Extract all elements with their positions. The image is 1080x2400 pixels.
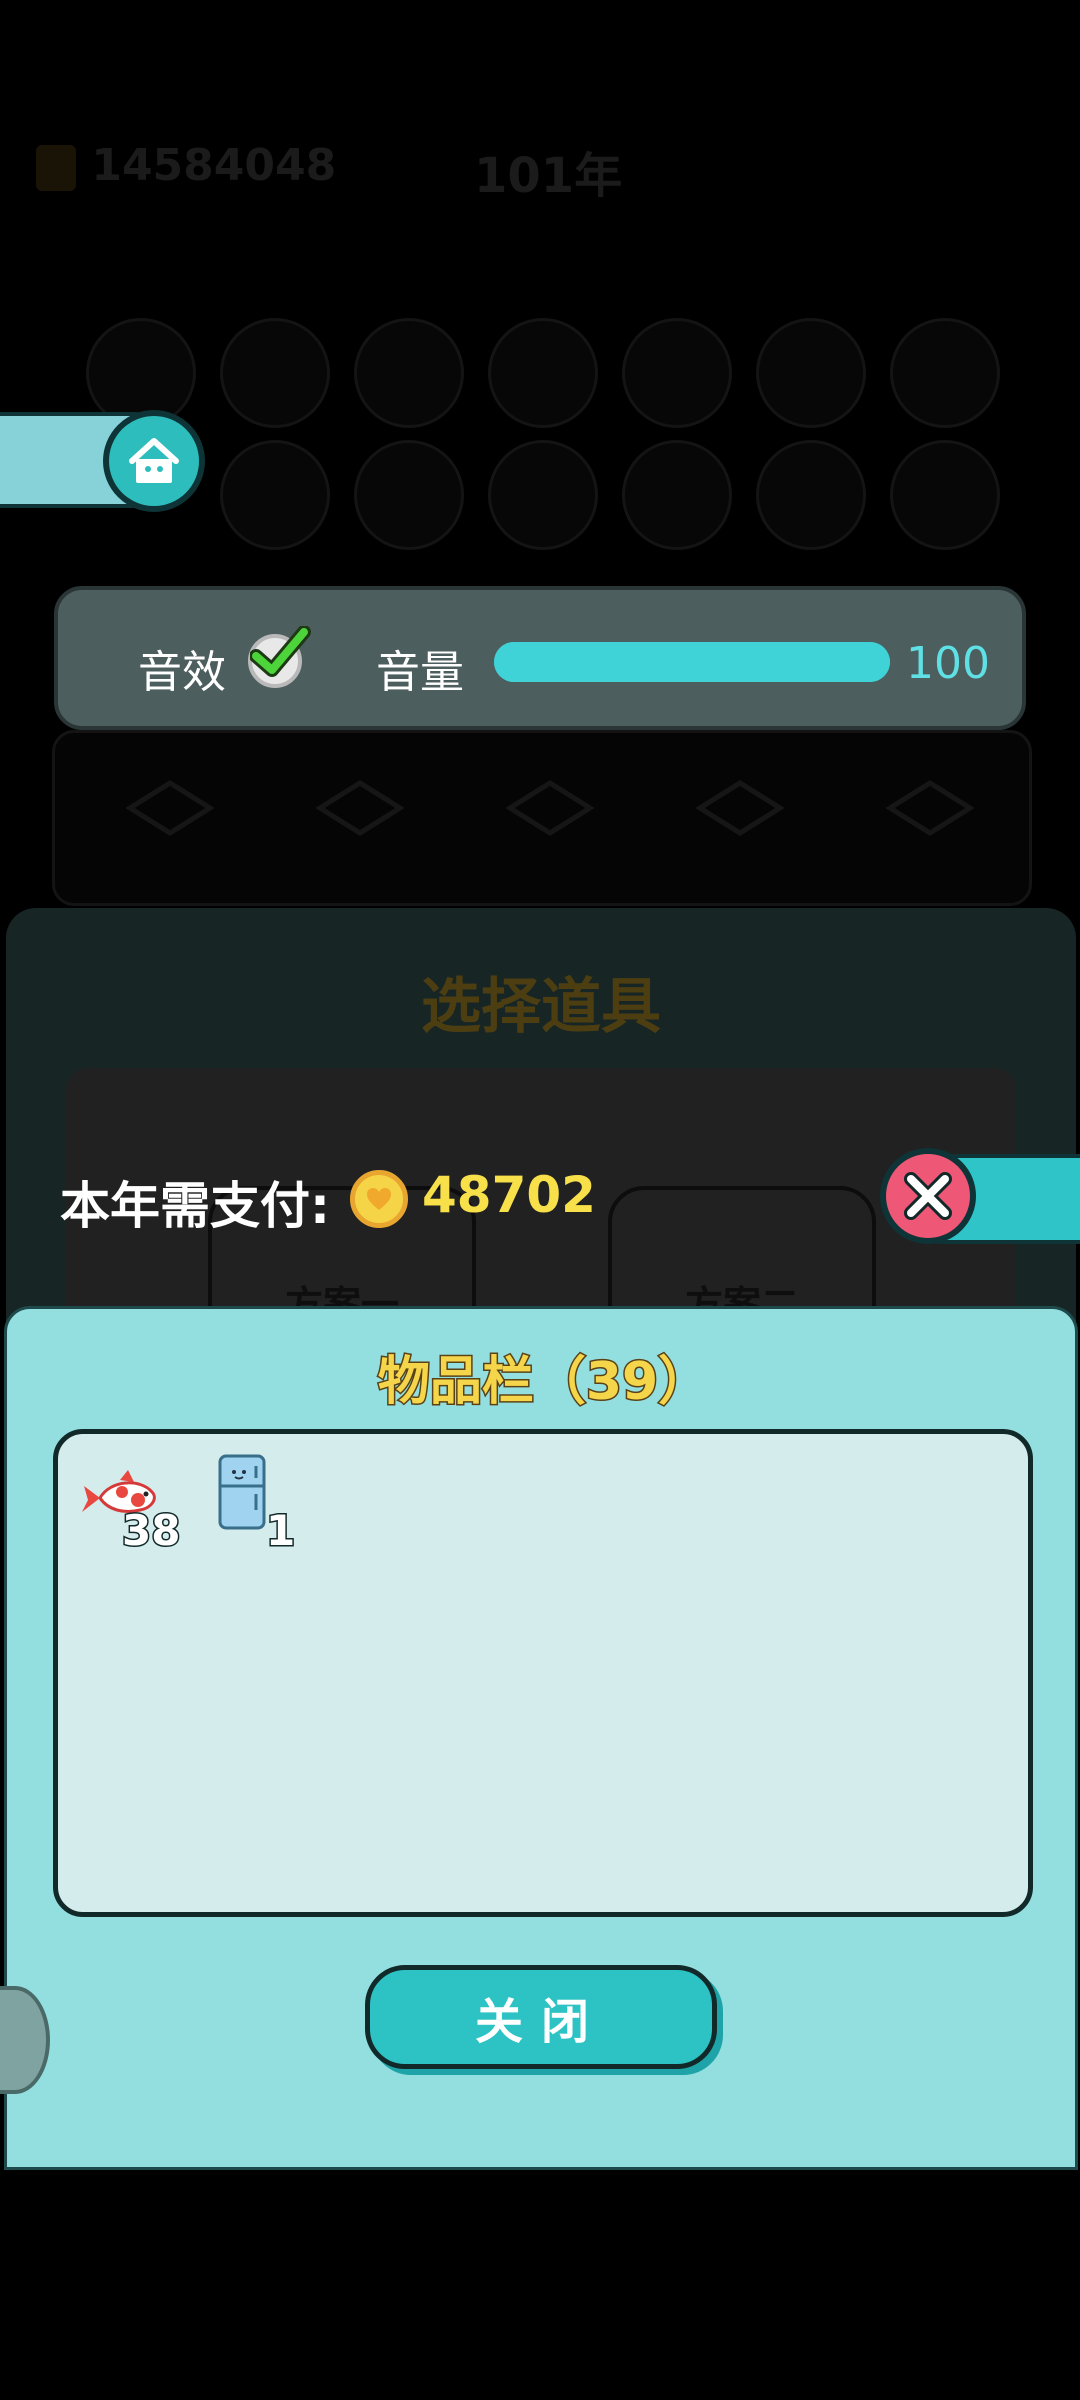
money-icon [36,145,76,191]
tile-icon [305,763,415,853]
inventory-grid: 38 1 [53,1429,1033,1917]
tile-icon [875,763,985,853]
grid-icon [354,440,464,550]
payment-amount: 48702 [422,1166,596,1224]
volume-value: 100 [906,638,990,689]
volume-slider[interactable] [494,642,890,682]
grid-icon [488,440,598,550]
tile-icon [495,763,605,853]
sound-effect-toggle[interactable] [248,626,311,688]
sound-effect-label: 音效 [138,647,226,698]
inventory-panel: 物品栏（39） 38 1 关闭 [4,1306,1078,2170]
grid-icon [220,440,330,550]
home-icon [129,438,179,483]
tile-icon [115,763,225,853]
coin-icon [350,1170,408,1228]
grid-icon [220,318,330,428]
inventory-item[interactable]: 1 [216,1452,336,1562]
check-icon [250,626,311,677]
dialog-title: 选择道具 [421,972,661,1042]
volume-label: 音量 [376,647,464,698]
inventory-title: 物品栏（39） [376,1351,711,1414]
grid-icon [890,318,1000,428]
tile-icon [685,763,795,853]
year-display: 101年 [474,148,623,204]
volume-slider-fill [494,642,890,682]
home-button[interactable] [103,410,205,512]
grid-icon [622,440,732,550]
payment-label: 本年需支付: [60,1177,330,1235]
grid-icon [890,440,1000,550]
grid-icon [622,318,732,428]
select-item-dialog: 选择道具 方案一 方案二 [6,908,1076,1386]
grid-icon [354,318,464,428]
grid-icon [488,318,598,428]
inventory-item[interactable]: 38 [80,1452,200,1562]
close-button[interactable] [880,1148,976,1244]
inventory-close-button[interactable]: 关闭 [365,1965,717,2069]
refrigerator-icon [218,1454,266,1530]
item-count: 38 [120,1505,181,1557]
background-tile-row [52,730,1032,906]
money-display: 14584048 [36,140,336,191]
money-value: 14584048 [91,140,337,191]
grid-icon [756,318,866,428]
close-icon [904,1172,952,1220]
item-count: 1 [264,1505,296,1557]
grid-icon [756,440,866,550]
sound-settings-panel: 音效 音量 100 [54,586,1026,730]
